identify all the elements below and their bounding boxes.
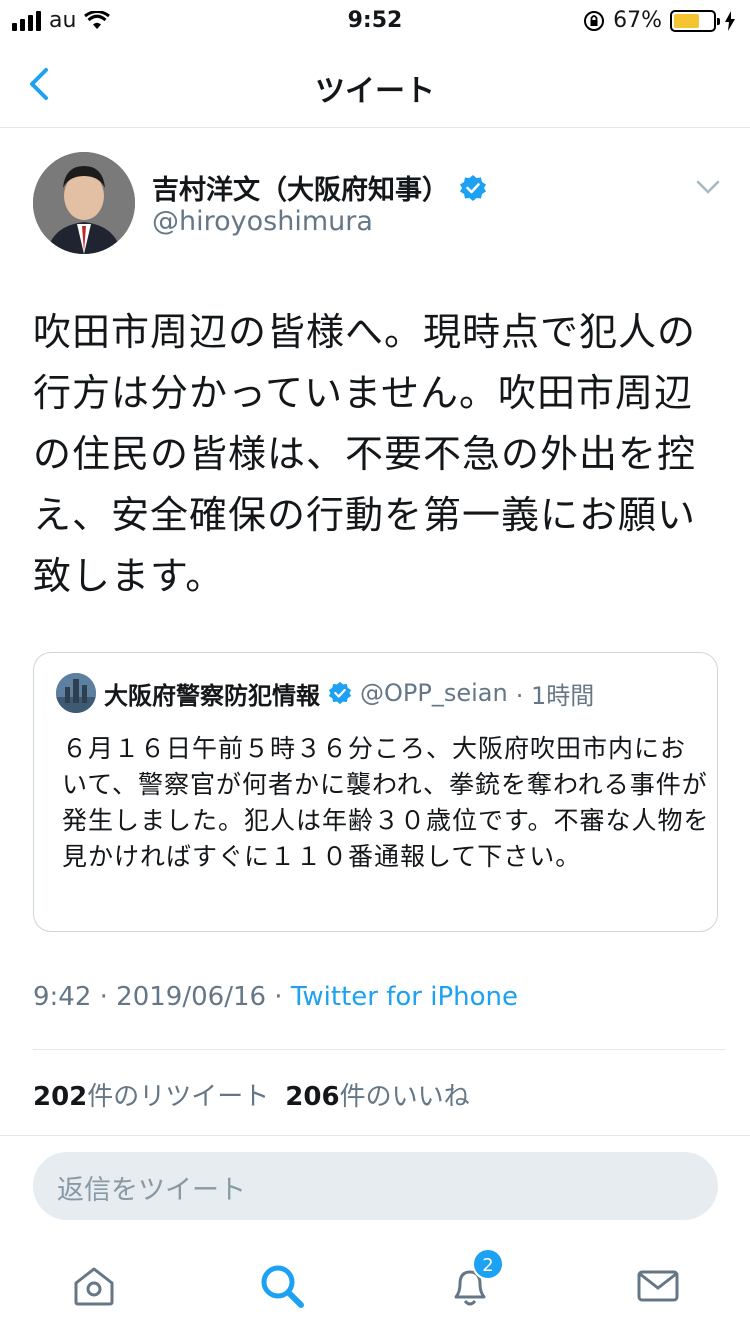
author-name: 吉村洋文（大阪府知事） — [152, 175, 449, 206]
tweet-stats: 202件のリツイート 206件のいいね — [33, 1076, 470, 1113]
search-icon — [261, 1265, 304, 1308]
quoted-tweet-text: ６月１６日午前５時３６分ころ、大阪府吹田市内において、警察官が何者かに襲われ、拳… — [62, 734, 710, 871]
tab-home[interactable] — [70, 1262, 118, 1310]
quoted-author-avatar — [56, 673, 96, 713]
author-name-row[interactable]: 吉村洋文（大阪府知事） — [152, 168, 487, 207]
tweet-text: 吹田市周辺の皆様へ。現時点で犯人の行方は分かっていません。吹田市周辺の住民の皆様… — [33, 310, 697, 598]
home-icon — [74, 1267, 114, 1306]
author-avatar[interactable] — [33, 152, 135, 254]
battery-icon — [670, 9, 720, 32]
nav-bar: ツイート — [0, 40, 750, 128]
retweet-label: 件のリツイート — [87, 1082, 270, 1112]
verified-badge-icon — [460, 174, 486, 201]
quoted-tweet-age: · 1時間 — [515, 681, 595, 710]
mail-icon — [637, 1270, 679, 1302]
like-count: 206 — [285, 1082, 340, 1112]
status-bar: au 9:52 67% — [0, 0, 750, 40]
tweet-timestamp: 9:42 · 2019/06/16 · — [33, 982, 291, 1012]
status-right: 67% — [583, 8, 736, 33]
battery-percent: 67% — [613, 8, 662, 33]
tab-bar: 2 — [0, 1244, 750, 1334]
tab-notifications[interactable]: 2 — [446, 1248, 504, 1310]
notification-badge: 2 — [472, 1248, 504, 1280]
divider — [33, 1049, 725, 1050]
divider — [0, 1135, 750, 1136]
like-stat[interactable]: 206件のいいね — [285, 1076, 469, 1113]
tweet-meta: 9:42 · 2019/06/16 · Twitter for iPhone — [33, 982, 518, 1012]
quoted-tweet-card[interactable]: 大阪府警察防犯情報 @OPP_seian · 1時間 ６月１６日午前５時３６分こ… — [33, 652, 718, 932]
battery-fill — [674, 13, 700, 28]
tab-search[interactable] — [258, 1262, 306, 1310]
tab-messages[interactable] — [634, 1262, 682, 1310]
page-title: ツイート — [315, 74, 435, 109]
verified-badge-icon — [328, 681, 352, 705]
author-handle[interactable]: @hiroyoshimura — [152, 206, 373, 237]
like-label: 件のいいね — [339, 1082, 470, 1112]
chevron-down-icon — [696, 180, 720, 194]
avatar-image — [33, 152, 135, 254]
quoted-author-name: 大阪府警察防犯情報 — [104, 681, 320, 710]
quoted-tweet-header: 大阪府警察防犯情報 @OPP_seian · 1時間 — [56, 673, 594, 713]
retweet-stat[interactable]: 202件のリツイート — [33, 1076, 269, 1113]
orientation-lock-icon — [584, 10, 605, 31]
quoted-author-handle: @OPP_seian — [360, 679, 508, 707]
reply-input[interactable]: 返信をツイート — [33, 1152, 718, 1220]
tweet-source-link[interactable]: Twitter for iPhone — [291, 982, 518, 1012]
charging-icon — [725, 10, 735, 31]
retweet-count: 202 — [33, 1082, 88, 1112]
tweet-menu-button[interactable] — [696, 178, 720, 196]
